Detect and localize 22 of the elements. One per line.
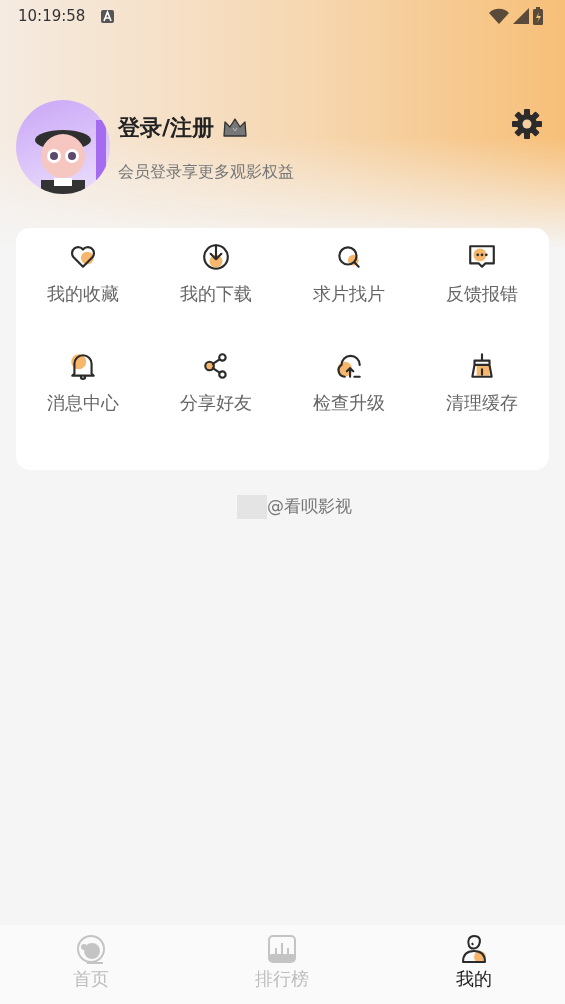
crown-icon [222,116,249,138]
menu-item[interactable]: 我的收藏 [46,280,119,307]
battery-icon [533,7,543,25]
wifi-icon [489,8,509,24]
menu-item[interactable]: 我的下载 [179,280,252,307]
tab[interactable]: 我的 [382,925,565,1004]
login-register-link[interactable]: 登录/注册 [118,110,215,144]
teapot-icon [75,933,108,965]
menu-item[interactable]: 检查升级 [313,389,386,416]
menu-item[interactable]: 分享好友 [179,389,252,416]
menu-item[interactable]: 反馈报错 [446,280,519,307]
download-icon [200,242,231,272]
status-time: 10:19:58 [18,5,86,27]
signal-icon [513,8,529,24]
menu-item[interactable]: 消息中心 [46,389,119,416]
menu-item[interactable]: 清理缓存 [446,389,519,416]
settings-icon[interactable] [511,108,543,140]
menu-item[interactable]: 求片找片 [313,280,386,307]
member-subtitle: 会员登录享更多观影权益 [118,160,295,183]
bar-chart-icon [266,933,299,965]
notification-icon [101,9,115,23]
app-credit: @看呗影视 [267,495,352,518]
